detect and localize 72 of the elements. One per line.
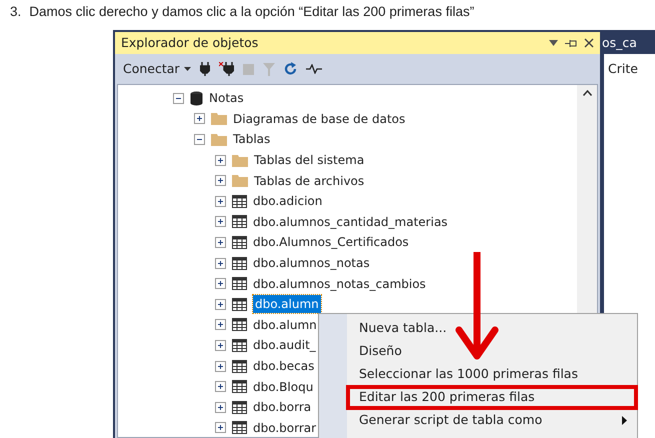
column-header: Crite [608, 61, 638, 76]
expand-icon[interactable] [215, 402, 226, 413]
expand-icon[interactable] [215, 340, 226, 351]
expand-icon[interactable] [215, 319, 226, 330]
scroll-up-icon[interactable] [582, 90, 592, 96]
expand-icon[interactable] [215, 278, 226, 290]
tree-item[interactable]: dbo.adicion [253, 192, 322, 210]
expand-icon[interactable] [215, 381, 226, 392]
tree-item[interactable]: dbo.Alumnos_Certificados [253, 233, 409, 252]
pin-icon[interactable] [565, 38, 577, 48]
tree-item[interactable]: dbo.Bloqu [253, 378, 314, 396]
tree-item[interactable]: dbo.borrar [253, 418, 316, 437]
dropdown-icon[interactable] [549, 40, 558, 46]
tree-item[interactable]: Tablas de archivos [254, 172, 364, 190]
table-icon [232, 400, 247, 414]
submenu-arrow-icon [622, 416, 627, 425]
tree-item[interactable]: dbo.alumnos_cantidad_materias [253, 212, 448, 231]
table-icon [232, 318, 247, 332]
menu-item[interactable]: Editar las 200 primeras filas [347, 386, 637, 409]
expand-icon[interactable] [215, 154, 226, 166]
plug-icon[interactable] [200, 62, 210, 76]
disconnect-plug-icon[interactable] [218, 62, 234, 76]
folder-icon [211, 112, 227, 126]
menu-item[interactable]: Diseño [347, 340, 637, 363]
caret-icon [184, 67, 191, 71]
tree-item[interactable]: dbo.audit_ [253, 336, 316, 354]
instruction-text: Damos clic derecho y damos clic a la opción “Editar las 200 primeras filas” [29, 3, 474, 21]
tree-item[interactable]: dbo.alumnos_notas_cambios [253, 274, 426, 293]
document-tab[interactable]: os_ca [602, 34, 637, 52]
table-icon [232, 236, 247, 249]
tree-item[interactable]: Tablas [233, 130, 270, 148]
table-icon [232, 215, 247, 228]
tree-item[interactable]: Diagramas de base de datos [233, 110, 406, 128]
table-icon [232, 380, 247, 394]
tree-item[interactable]: Notas [209, 89, 244, 108]
folder-icon [211, 132, 227, 146]
folder-icon [232, 174, 248, 188]
collapse-icon[interactable] [173, 92, 184, 104]
tree-item[interactable]: dbo.alumn [253, 316, 317, 334]
menu-item[interactable]: Seleccionar las 1000 primeras filas [347, 363, 637, 386]
expand-icon[interactable] [215, 360, 226, 372]
menu-item[interactable]: Generar script de tabla como [347, 409, 637, 432]
table-icon [232, 338, 247, 352]
connect-button[interactable]: Conectar [123, 60, 191, 78]
database-icon [190, 90, 203, 106]
table-icon [232, 421, 247, 434]
table-icon [232, 256, 247, 270]
table-icon [232, 277, 247, 290]
expand-icon[interactable] [215, 216, 226, 228]
step-number: 3. [10, 3, 22, 21]
tree-item[interactable]: dbo.alumn [253, 295, 321, 314]
expand-icon[interactable] [215, 236, 226, 248]
close-icon[interactable] [584, 38, 594, 48]
tree-item[interactable]: dbo.alumnos_notas [253, 254, 370, 272]
expand-icon[interactable] [215, 258, 226, 269]
table-icon [232, 298, 247, 311]
tree-item[interactable]: dbo.borra [253, 398, 312, 416]
expand-icon[interactable] [215, 196, 226, 207]
menu-item[interactable]: Nueva tabla... [347, 317, 637, 340]
expand-icon[interactable] [215, 298, 226, 310]
table-icon [232, 194, 247, 208]
collapse-icon[interactable] [194, 134, 205, 145]
tree-item[interactable]: Tablas del sistema [254, 151, 364, 170]
refresh-icon[interactable] [284, 62, 297, 76]
folder-icon [232, 154, 248, 167]
table-icon [232, 360, 247, 373]
activity-monitor-icon[interactable] [306, 64, 322, 74]
expand-icon[interactable] [215, 422, 226, 434]
tree-item[interactable]: dbo.becas [253, 357, 314, 376]
expand-icon[interactable] [194, 113, 205, 124]
expand-icon[interactable] [215, 175, 226, 186]
panel-title: Explorador de objetos [121, 34, 258, 52]
